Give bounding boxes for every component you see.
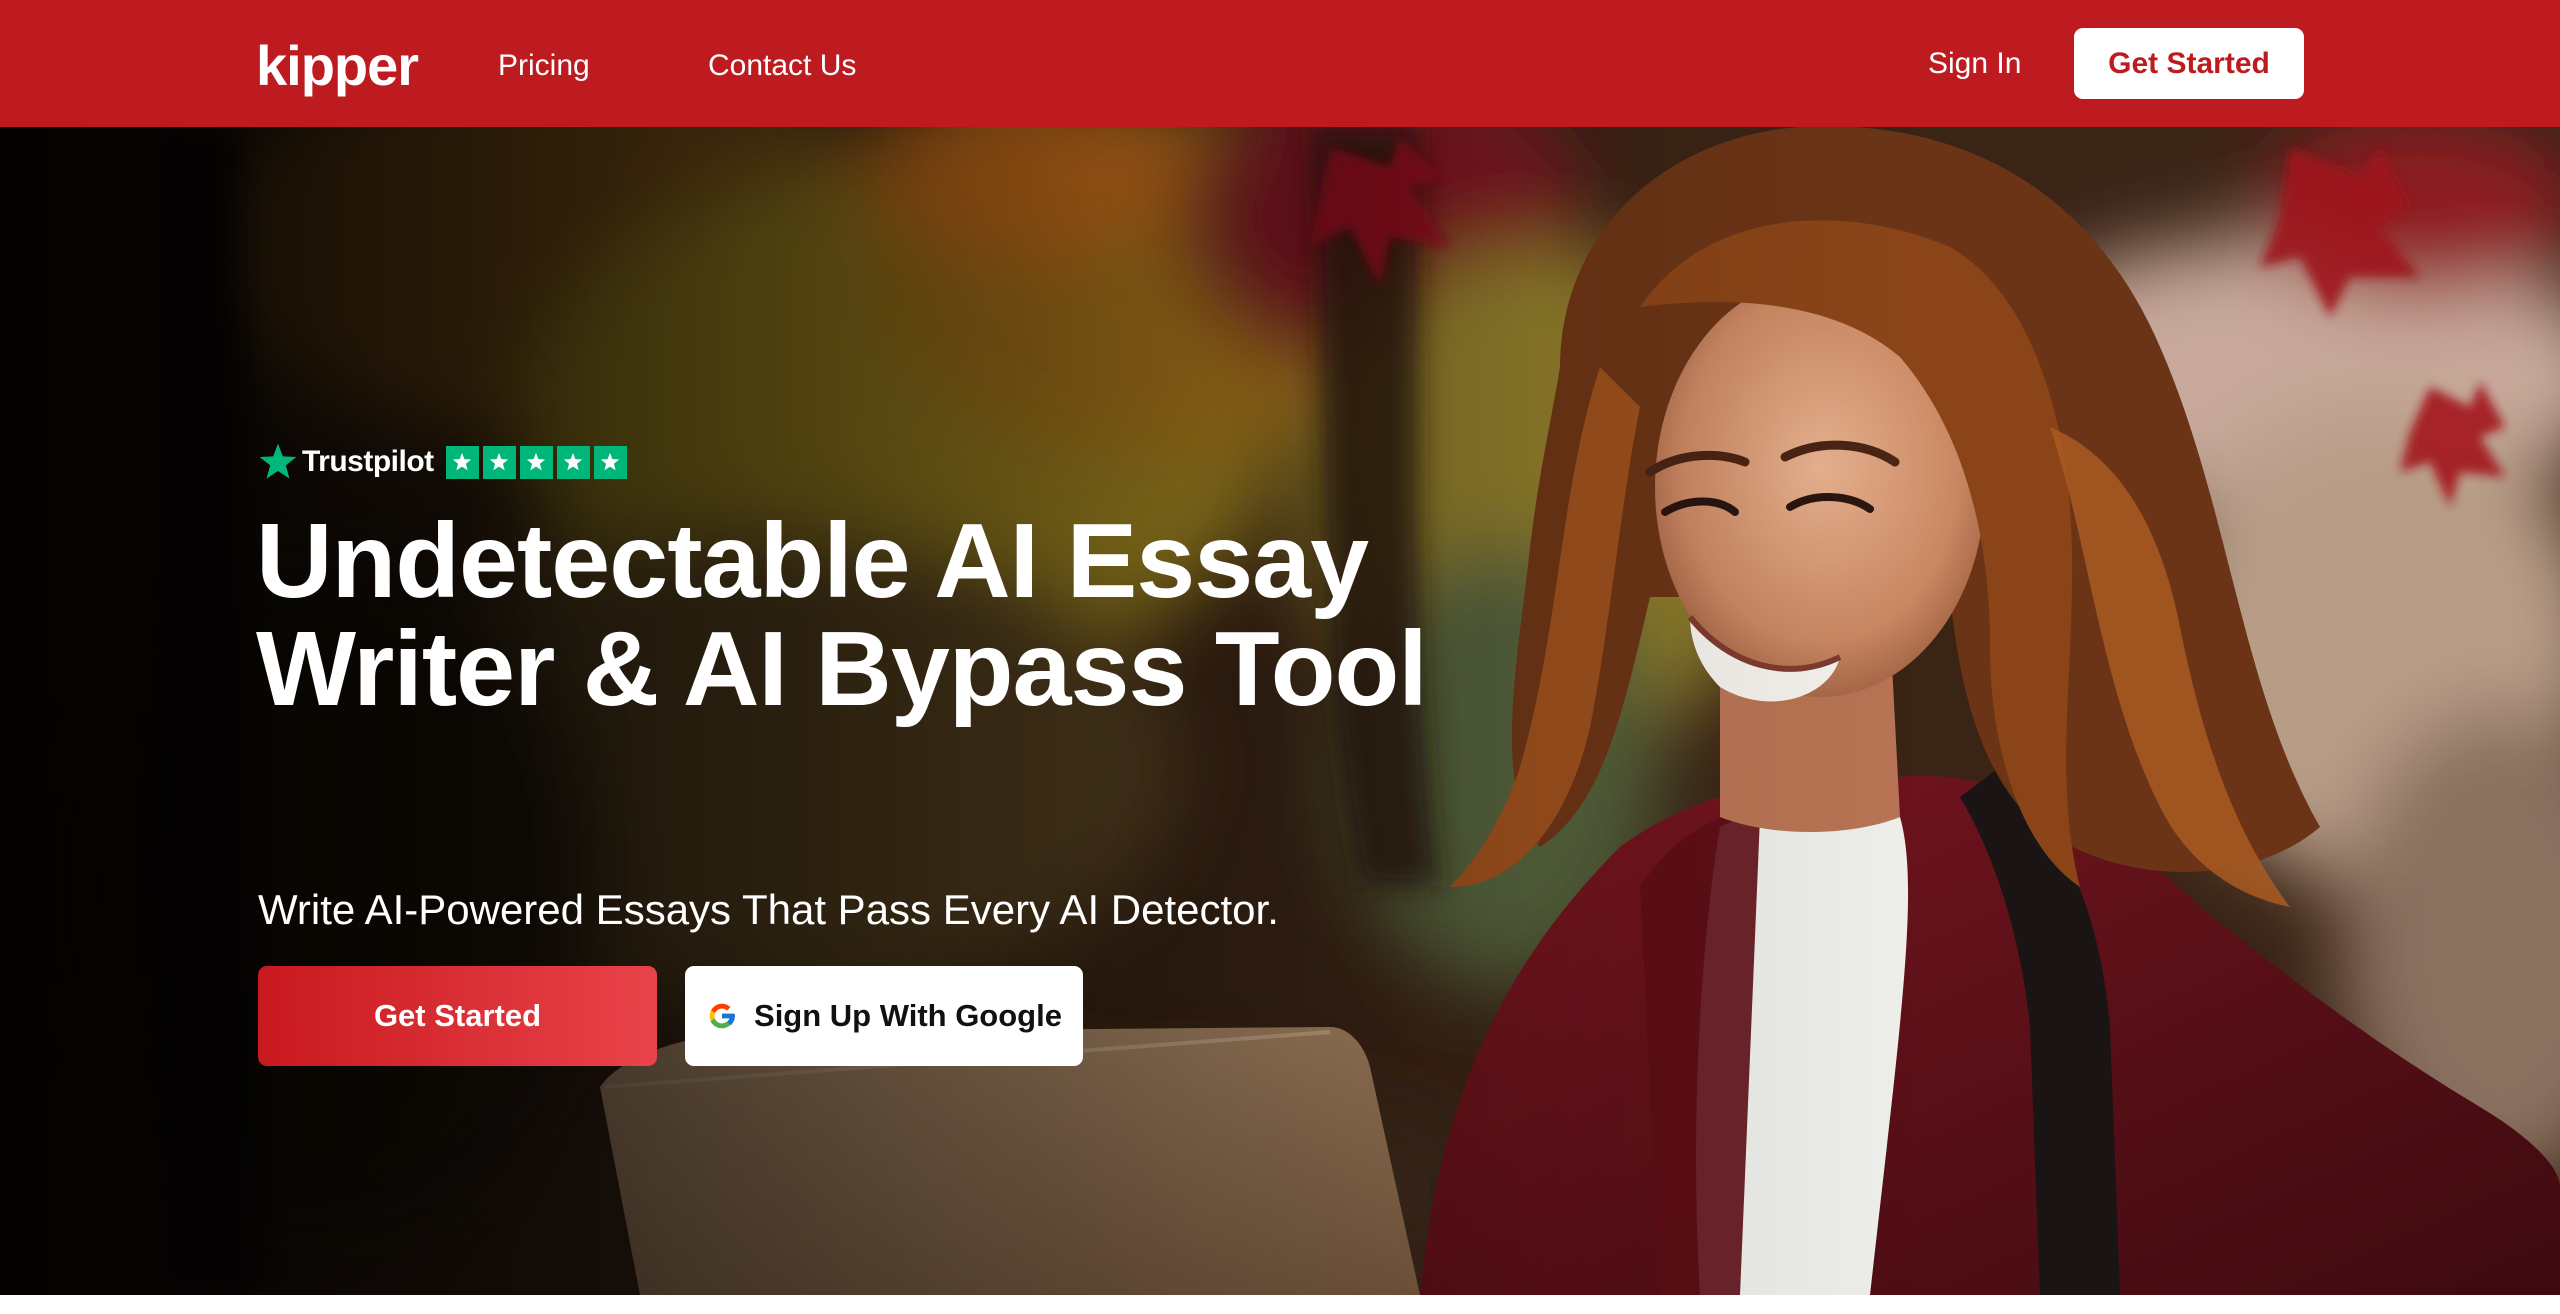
trustpilot-stars [445, 445, 627, 479]
nav-link-pricing[interactable]: Pricing [498, 44, 590, 88]
hero-headline-line-1: Undetectable AI Essay [256, 502, 1369, 620]
star-icon [482, 445, 516, 479]
star-icon [556, 445, 590, 479]
trustpilot-rating[interactable]: Trustpilot [258, 441, 627, 483]
hero-headline-line-2: Writer & AI Bypass Tool [256, 610, 1428, 728]
sign-in-link[interactable]: Sign In [1928, 42, 2021, 86]
hero-get-started-button[interactable]: Get Started [258, 966, 657, 1066]
hero-section: Trustpilot Undetectable AI Essay Writer … [0, 127, 2560, 1295]
star-icon [593, 445, 627, 479]
google-g-icon [709, 1003, 736, 1029]
sign-up-with-google-label: Sign Up With Google [754, 998, 1062, 1033]
trustpilot-wordmark: Trustpilot [302, 445, 434, 478]
nav-get-started-button[interactable]: Get Started [2074, 28, 2304, 99]
star-icon [519, 445, 553, 479]
trustpilot-star-icon [259, 443, 297, 479]
hero-headline: Undetectable AI Essay Writer & AI Bypass… [256, 507, 1556, 723]
nav-link-contact-us[interactable]: Contact Us [708, 44, 856, 88]
star-icon [445, 445, 479, 479]
kipper-logo[interactable]: kipper [256, 30, 419, 102]
hero-subheadline: Write AI-Powered Essays That Pass Every … [258, 886, 1279, 933]
sign-up-with-google-button[interactable]: Sign Up With Google [685, 966, 1083, 1066]
top-navbar: kipper Pricing Contact Us Sign In Get St… [0, 0, 2560, 127]
